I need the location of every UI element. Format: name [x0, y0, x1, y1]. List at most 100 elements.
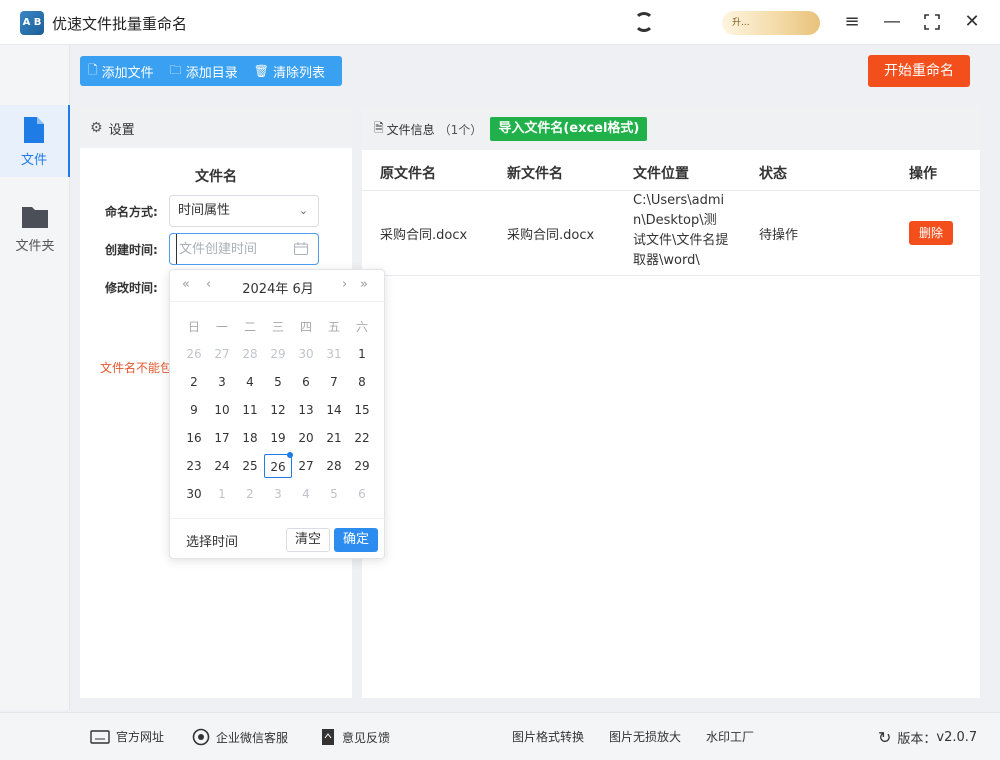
week-row: 9 10 11 12 13 14 15: [180, 398, 376, 422]
original-filename: 采购合同.docx: [380, 228, 468, 243]
calendar-day[interactable]: 22: [348, 426, 376, 450]
file-icon: [24, 117, 44, 143]
file-info-title: 文件信息: [386, 122, 435, 137]
calendar-day[interactable]: 3: [264, 482, 292, 506]
calendar-day[interactable]: 13: [292, 398, 320, 422]
column-header-status: 状态: [759, 166, 787, 182]
calendar-day[interactable]: 23: [180, 454, 208, 478]
vip-badge[interactable]: 升...: [722, 11, 820, 35]
created-time-input-wrap[interactable]: [169, 233, 319, 265]
new-filename: 采购合同.docx: [507, 228, 595, 243]
chevron-down-icon: ⌄: [298, 204, 308, 217]
clear-list-button[interactable]: 🗑 清除列表: [254, 62, 325, 81]
select-time-link[interactable]: 选择时间: [186, 531, 238, 550]
calendar-day[interactable]: 29: [348, 454, 376, 478]
calendar-day[interactable]: 27: [292, 454, 320, 478]
trash-icon: 🗑: [253, 64, 269, 78]
calendar-day[interactable]: 28: [320, 454, 348, 478]
calendar-day[interactable]: 27: [208, 342, 236, 366]
calendar-day[interactable]: 11: [236, 398, 264, 422]
import-excel-button[interactable]: 导入文件名(excel格式): [490, 117, 648, 141]
start-rename-button[interactable]: 开始重命名: [868, 55, 970, 87]
calendar-day[interactable]: 7: [320, 370, 348, 394]
feedback-link[interactable]: 意见反馈: [320, 728, 390, 746]
sidebar-item-file[interactable]: 文件: [0, 105, 70, 177]
calendar-day[interactable]: 21: [320, 426, 348, 450]
add-file-button[interactable]: 🗋 添加文件: [88, 61, 154, 82]
file-count: （1个）: [438, 122, 483, 137]
calendar-day[interactable]: 28: [236, 342, 264, 366]
next-year-icon[interactable]: »: [360, 277, 368, 292]
loading-spinner-icon: [634, 12, 654, 32]
calendar-day[interactable]: 1: [348, 342, 376, 366]
delete-button[interactable]: 删除: [909, 221, 953, 245]
settings-header: ⚙ 设置: [80, 108, 352, 148]
calendar-day[interactable]: 24: [208, 454, 236, 478]
file-icon: 🗋: [88, 62, 98, 77]
image-format-convert-link[interactable]: 图片格式转换: [512, 728, 584, 745]
calendar-day[interactable]: 1: [208, 482, 236, 506]
official-website-link[interactable]: 官方网址: [90, 728, 164, 745]
gear-icon: ⚙: [90, 120, 103, 136]
calendar-day[interactable]: 9: [180, 398, 208, 422]
calendar-day[interactable]: 4: [236, 370, 264, 394]
calendar-day[interactable]: 31: [320, 342, 348, 366]
image-enlarge-link[interactable]: 图片无损放大: [609, 728, 681, 745]
calendar-day[interactable]: 8: [348, 370, 376, 394]
watermark-factory-link[interactable]: 水印工厂: [706, 728, 754, 745]
calendar-day[interactable]: 2: [180, 370, 208, 394]
column-header-original: 原文件名: [380, 166, 436, 182]
calendar-day[interactable]: 20: [292, 426, 320, 450]
calendar-day[interactable]: 5: [320, 482, 348, 506]
add-folder-button[interactable]: 🗀 添加目录: [170, 61, 238, 82]
modified-time-label: 修改时间:: [105, 281, 158, 295]
minimize-icon[interactable]: —: [878, 8, 906, 36]
feedback-label: 意见反馈: [342, 730, 391, 745]
calendar-day[interactable]: 17: [208, 426, 236, 450]
calendar-day[interactable]: 14: [320, 398, 348, 422]
calendar-day[interactable]: 6: [292, 370, 320, 394]
clear-date-button[interactable]: 清空: [286, 528, 330, 552]
calendar-day[interactable]: 6: [348, 482, 376, 506]
weekday-label: 日: [187, 320, 200, 334]
calendar-day[interactable]: 19: [264, 426, 292, 450]
week-row: 2 3 4 5 6 7 8: [180, 370, 376, 394]
close-icon[interactable]: ✕: [958, 8, 986, 36]
calendar-day[interactable]: 18: [236, 426, 264, 450]
refresh-icon: ↻: [878, 728, 892, 747]
weekday-label: 一: [215, 320, 228, 334]
calendar-day[interactable]: 10: [208, 398, 236, 422]
created-time-input[interactable]: [176, 234, 286, 264]
clear-list-label: 清除列表: [272, 65, 325, 81]
file-status: 待操作: [759, 228, 799, 243]
title-bar: A B 优速文件批量重命名 升... ≡ — ✕: [0, 0, 1000, 45]
calendar-day[interactable]: 29: [264, 342, 292, 366]
date-picker: « ‹ 2024年 6月 › » 日 一 二 三 四 五 六 26 27 28 …: [169, 269, 386, 560]
calendar-day[interactable]: 30: [292, 342, 320, 366]
version-info[interactable]: ↻ 版本： v2.0.7: [878, 728, 977, 747]
calendar-day[interactable]: 4: [292, 482, 320, 506]
calendar-day[interactable]: 3: [208, 370, 236, 394]
menu-icon[interactable]: ≡: [838, 8, 866, 36]
date-picker-footer: 选择时间 清空 确定: [170, 518, 386, 560]
calendar-day[interactable]: 30: [180, 482, 208, 506]
naming-mode-select[interactable]: 时间属性 ⌄: [169, 195, 319, 227]
calendar-day[interactable]: 12: [264, 398, 292, 422]
next-month-icon[interactable]: ›: [342, 277, 347, 292]
calendar-day[interactable]: 16: [180, 426, 208, 450]
calendar-day[interactable]: 2: [236, 482, 264, 506]
date-picker-title: 2024年 6月: [242, 282, 314, 297]
calendar-day[interactable]: 5: [264, 370, 292, 394]
add-folder-label: 添加目录: [185, 65, 238, 81]
sidebar-item-folder[interactable]: 文件夹: [0, 191, 70, 263]
calendar-day[interactable]: 25: [236, 454, 264, 478]
calendar-day[interactable]: 15: [348, 398, 376, 422]
app-logo: A B: [20, 11, 44, 35]
confirm-date-button[interactable]: 确定: [334, 528, 378, 552]
weekday-label: 六: [355, 320, 368, 334]
wechat-service-link[interactable]: 企业微信客服: [192, 728, 288, 746]
section-title: 文件名: [195, 169, 237, 185]
maximize-icon[interactable]: [918, 8, 946, 36]
calendar-day[interactable]: 26: [180, 342, 208, 366]
calendar-day-today[interactable]: 26: [264, 452, 293, 478]
